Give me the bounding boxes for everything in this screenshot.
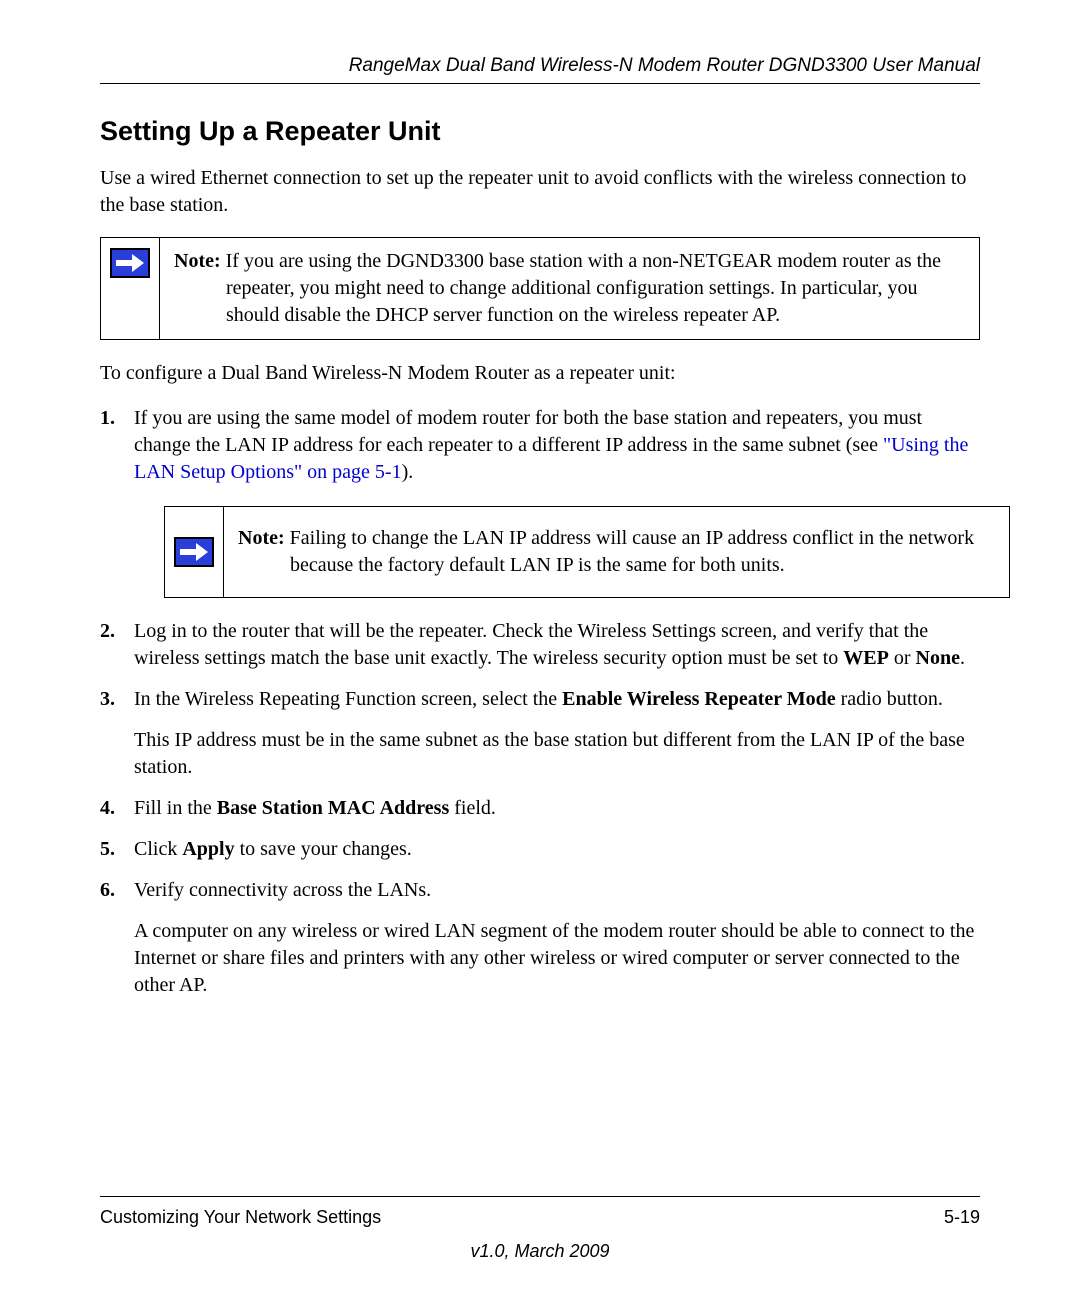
note-label: Note: [174, 250, 221, 272]
note-icon-cell [101, 238, 160, 339]
transition-paragraph: To configure a Dual Band Wireless-N Mode… [100, 360, 980, 387]
arrow-right-icon [174, 537, 214, 567]
step-text: In the Wireless Repeating Function scree… [134, 688, 562, 710]
note-icon-cell [165, 507, 224, 597]
section-heading: Setting Up a Repeater Unit [100, 116, 980, 147]
note-box: Note: If you are using the DGND3300 base… [100, 237, 980, 340]
page-number: 5-19 [944, 1207, 980, 1228]
step-number: 4. [100, 795, 115, 822]
step-text: Fill in the [134, 797, 217, 819]
step-2: 2. Log in to the router that will be the… [100, 618, 980, 672]
note-box: Note: Failing to change the LAN IP addre… [164, 506, 1010, 598]
step-number: 2. [100, 618, 115, 645]
note-label: Note: [238, 527, 285, 549]
step-extra: This IP address must be in the same subn… [134, 727, 980, 781]
note-text: Note: Failing to change the LAN IP addre… [224, 507, 1009, 597]
page-header: RangeMax Dual Band Wireless-N Modem Rout… [100, 55, 980, 84]
step-number: 1. [100, 405, 115, 432]
step-number: 5. [100, 836, 115, 863]
intro-paragraph: Use a wired Ethernet connection to set u… [100, 165, 980, 219]
step-5: 5. Click Apply to save your changes. [100, 836, 980, 863]
note-body: Failing to change the LAN IP address wil… [285, 527, 974, 576]
note-body: If you are using the DGND3300 base stati… [221, 250, 941, 326]
page-footer: Customizing Your Network Settings 5-19 [100, 1196, 980, 1228]
step-1: 1. If you are using the same model of mo… [100, 405, 980, 598]
arrow-right-icon [110, 248, 150, 278]
step-4: 4. Fill in the Base Station MAC Address … [100, 795, 980, 822]
version-line: v1.0, March 2009 [0, 1241, 1080, 1262]
step-number: 6. [100, 877, 115, 904]
step-6: 6. Verify connectivity across the LANs. … [100, 877, 980, 999]
step-text: Verify connectivity across the LANs. [134, 879, 431, 901]
step-extra: A computer on any wireless or wired LAN … [134, 918, 980, 999]
step-text: Log in to the router that will be the re… [134, 620, 928, 669]
document-page: RangeMax Dual Band Wireless-N Modem Rout… [0, 0, 1080, 1296]
note-text: Note: If you are using the DGND3300 base… [160, 238, 979, 339]
step-text: If you are using the same model of modem… [134, 407, 922, 456]
step-3: 3. In the Wireless Repeating Function sc… [100, 686, 980, 781]
step-number: 3. [100, 686, 115, 713]
step-text: Click [134, 838, 182, 860]
steps-list: 1. If you are using the same model of mo… [100, 405, 980, 999]
footer-section-name: Customizing Your Network Settings [100, 1207, 381, 1228]
